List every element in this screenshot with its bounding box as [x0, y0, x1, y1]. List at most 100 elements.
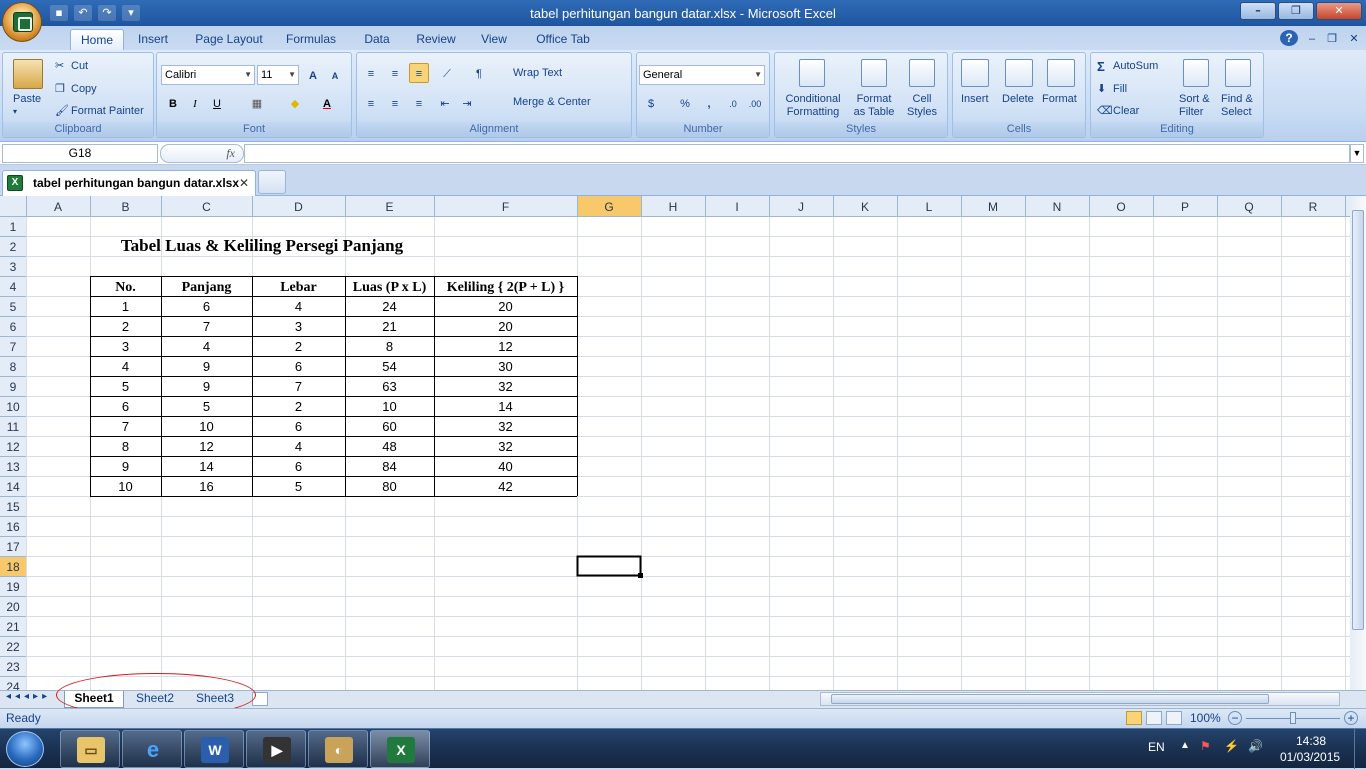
table-cell[interactable]: 7 — [122, 419, 129, 434]
number-format-select[interactable]: General ▼ — [639, 65, 765, 85]
table-cell[interactable]: 5 — [203, 399, 210, 414]
align-middle-icon[interactable]: ≡ — [385, 63, 405, 83]
cell-styles-line1[interactable]: Cell — [905, 93, 939, 105]
shrink-font-icon[interactable]: A — [325, 65, 345, 85]
increase-decimal-icon[interactable]: .0 — [723, 93, 743, 113]
table-cell[interactable]: 32 — [498, 379, 512, 394]
new-document-tab-button[interactable] — [258, 170, 286, 194]
table-cell[interactable]: 1 — [122, 299, 129, 314]
copy-button[interactable]: Copy — [71, 83, 97, 95]
table-cell[interactable]: 5 — [122, 379, 129, 394]
table-cell[interactable]: 40 — [498, 459, 512, 474]
row-header-23[interactable]: 23 — [6, 660, 20, 674]
column-header-p[interactable]: P — [1181, 200, 1189, 214]
column-header-r[interactable]: R — [1309, 200, 1318, 214]
tab-insert[interactable]: Insert — [128, 29, 178, 50]
table-cell[interactable]: 4 — [203, 339, 210, 354]
column-header-m[interactable]: M — [988, 200, 998, 214]
fill-button[interactable]: Fill — [1113, 83, 1127, 95]
insert-function-button[interactable]: fx — [160, 144, 244, 163]
tab-formulas[interactable]: Formulas — [280, 29, 342, 50]
undo-icon[interactable]: ↶ — [74, 5, 92, 21]
row-header-3[interactable]: 3 — [10, 260, 17, 274]
zoom-level[interactable]: 100% — [1190, 711, 1221, 725]
taskbar-paint[interactable]: ◐ — [308, 730, 368, 768]
table-cell[interactable]: 6 — [295, 359, 302, 374]
volume-icon[interactable]: 🔊 — [1248, 739, 1263, 753]
row-header-22[interactable]: 22 — [6, 640, 20, 654]
bold-button[interactable]: B — [163, 93, 183, 113]
zoom-out-icon[interactable]: − — [1228, 711, 1242, 725]
table-cell[interactable]: 24 — [382, 299, 396, 314]
name-box[interactable]: G18 — [2, 144, 158, 163]
column-header-o[interactable]: O — [1116, 200, 1125, 214]
worksheet-grid[interactable]: A B C D E F G H I J K L M N O P Q R 1 2 3 4 5 6 7 8 9 10 11 12 13 14 15 1… — [0, 196, 1350, 690]
align-bottom-icon[interactable]: ≡ — [409, 63, 429, 83]
row-header-2[interactable]: 2 — [10, 240, 17, 254]
delete-button[interactable]: Delete — [1002, 93, 1034, 105]
table-cell[interactable]: 32 — [498, 419, 512, 434]
vertical-scrollbar[interactable] — [1350, 196, 1366, 690]
table-cell[interactable]: 54 — [382, 359, 396, 374]
format-as-table-line2[interactable]: as Table — [847, 106, 901, 118]
taskbar-word[interactable]: W — [184, 730, 244, 768]
row-header-15[interactable]: 15 — [6, 500, 20, 514]
save-icon[interactable]: ▪ — [50, 5, 68, 21]
find-select-line2[interactable]: Select — [1221, 106, 1252, 118]
comma-button[interactable]: , — [699, 93, 719, 113]
table-cell[interactable]: 6 — [295, 419, 302, 434]
table-cell[interactable]: 3 — [295, 319, 302, 334]
insert-button[interactable]: Insert — [961, 93, 989, 105]
table-cell[interactable]: 6 — [122, 399, 129, 414]
row-header-20[interactable]: 20 — [6, 600, 20, 614]
normal-view-icon[interactable] — [1126, 711, 1142, 725]
column-header-c[interactable]: C — [202, 200, 211, 214]
taskbar-ie[interactable]: e — [122, 730, 182, 768]
table-cell[interactable]: 3 — [122, 339, 129, 354]
table-cell[interactable]: 4 — [122, 359, 129, 374]
find-select-line1[interactable]: Find & — [1221, 93, 1253, 105]
table-cell[interactable]: 48 — [382, 439, 396, 454]
column-header-f[interactable]: F — [502, 200, 509, 214]
row-header-5[interactable]: 5 — [10, 300, 17, 314]
power-icon[interactable]: ⚡ — [1224, 739, 1239, 753]
close-button[interactable]: ✕ — [1316, 2, 1362, 20]
clock-date[interactable]: 01/03/2015 — [1280, 750, 1340, 764]
table-cell[interactable]: 7 — [295, 379, 302, 394]
ribbon-restore-icon[interactable]: ❐ — [1324, 29, 1340, 50]
table-cell[interactable]: 6 — [203, 299, 210, 314]
column-header-j[interactable]: J — [798, 200, 804, 214]
table-cell[interactable]: 84 — [382, 459, 396, 474]
decrease-decimal-icon[interactable]: .00 — [745, 93, 765, 113]
sheet-nav-arrows[interactable]: ◂◂◂▸▸ — [6, 691, 51, 702]
document-tab[interactable]: tabel perhitungan bangun datar.xlsx ✕ — [2, 170, 256, 196]
vertical-scroll-thumb[interactable] — [1352, 210, 1364, 630]
row-header-16[interactable]: 16 — [6, 520, 20, 534]
row-header-9[interactable]: 9 — [10, 380, 17, 394]
row-header-14[interactable]: 14 — [6, 480, 20, 494]
customize-qat-icon[interactable]: ▾ — [122, 5, 140, 21]
table-cell[interactable]: 60 — [382, 419, 396, 434]
row-header-24[interactable]: 24 — [6, 680, 20, 690]
row-header-6[interactable]: 6 — [10, 320, 17, 334]
column-header-l[interactable]: L — [926, 200, 933, 214]
action-center-icon[interactable]: ⚑ — [1200, 739, 1211, 753]
tab-review[interactable]: Review — [410, 29, 462, 50]
sort-filter-line1[interactable]: Sort & — [1179, 93, 1210, 105]
column-header-g[interactable]: G — [604, 200, 613, 214]
row-header-10[interactable]: 10 — [6, 400, 20, 414]
fill-color-icon[interactable]: ◆ — [285, 93, 305, 113]
table-cell[interactable]: 6 — [295, 459, 302, 474]
page-layout-view-icon[interactable] — [1146, 711, 1162, 725]
table-cell[interactable]: 9 — [203, 359, 210, 374]
table-cell[interactable]: 30 — [498, 359, 512, 374]
horizontal-scrollbar[interactable] — [820, 692, 1340, 706]
taskbar-media[interactable]: ▶ — [246, 730, 306, 768]
zoom-slider-thumb[interactable] — [1290, 712, 1296, 724]
selected-cell-outline[interactable] — [576, 555, 642, 577]
decrease-indent-icon[interactable]: ⇤ — [435, 93, 455, 113]
table-cell[interactable]: 7 — [203, 319, 210, 334]
tab-data[interactable]: Data — [356, 29, 398, 50]
underline-button[interactable]: U — [207, 93, 227, 113]
table-cell[interactable]: 9 — [122, 459, 129, 474]
